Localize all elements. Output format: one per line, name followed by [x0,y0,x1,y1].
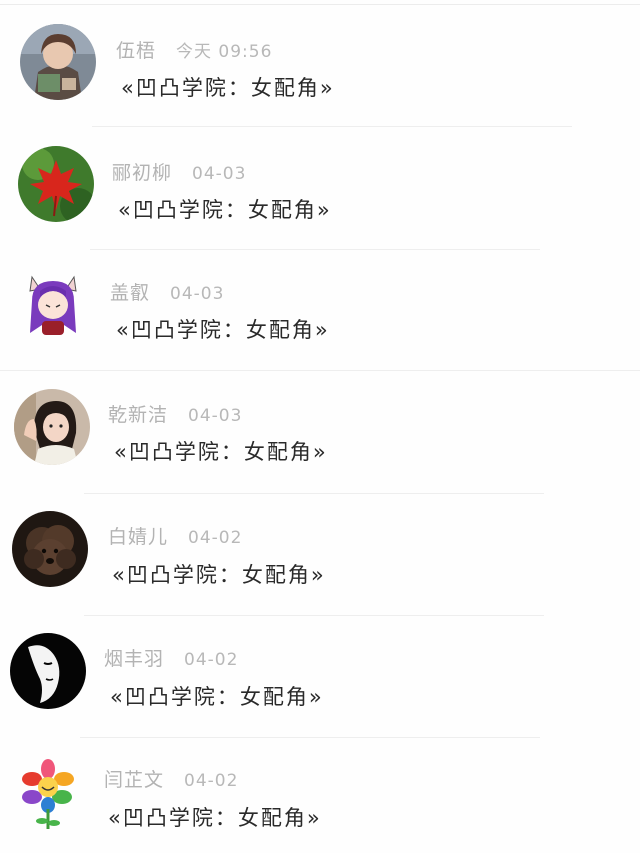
comment-item[interactable]: 郦初柳 04-03 «凹凸学院：女配角» [0,122,640,250]
comment-item[interactable]: 伍梧 今天 09:56 «凹凸学院：女配角» [0,0,640,127]
username[interactable]: 盖叡 [110,282,150,304]
comment-time: 今天 09:56 [176,42,273,62]
comment-time: 04-03 [192,164,247,184]
waving-girl-avatar-icon[interactable] [14,389,90,465]
comment-item[interactable]: 闫芷文 04-02 «凹凸学院：女配角» [0,731,640,853]
comment-meta: 郦初柳 04-03 [112,158,246,185]
comment-text: «凹凸学院：女配角» [108,806,322,830]
comment-time: 04-03 [170,284,225,304]
comment-item[interactable]: 烟丰羽 04-02 «凹凸学院：女配角» [0,609,640,738]
username[interactable]: 白婧儿 [108,526,168,548]
comment-text: «凹凸学院：女配角» [118,198,332,222]
comment-item[interactable]: 乾新洁 04-03 «凹凸学院：女配角» [0,365,640,494]
comment-time: 04-02 [184,650,239,670]
username[interactable]: 烟丰羽 [104,648,164,670]
brown-poodle-avatar-icon[interactable] [12,511,88,587]
rainbow-flower-avatar-icon[interactable] [10,755,86,831]
username[interactable]: 伍梧 [116,40,156,62]
comment-time: 04-02 [188,528,243,548]
comment-meta: 乾新洁 04-03 [108,400,242,427]
purple-hair-girl-avatar-icon[interactable] [16,267,92,343]
comment-meta: 盖叡 04-03 [110,278,224,305]
comment-text: «凹凸学院：女配角» [112,563,326,587]
red-maple-leaf-avatar-icon[interactable] [18,146,94,222]
comment-list: 伍梧 今天 09:56 «凹凸学院：女配角» 郦初柳 04-03 «凹凸学院：女配角… [0,0,640,853]
comment-text: «凹凸学院：女配角» [110,685,324,709]
comment-time: 04-03 [188,406,243,426]
comment-meta: 闫芷文 04-02 [104,765,238,792]
anime-character-avatar-icon[interactable] [20,24,96,100]
username[interactable]: 郦初柳 [112,162,172,184]
black-white-face-avatar-icon[interactable] [10,633,86,709]
comment-text: «凹凸学院：女配角» [121,76,335,100]
comment-text: «凹凸学院：女配角» [116,318,330,342]
comment-item[interactable]: 白婧儿 04-02 «凹凸学院：女配角» [0,487,640,616]
comment-meta: 白婧儿 04-02 [108,522,242,549]
comment-meta: 伍梧 今天 09:56 [116,36,272,63]
username[interactable]: 乾新洁 [108,404,168,426]
comment-time: 04-02 [184,771,239,791]
comment-meta: 烟丰羽 04-02 [104,644,238,671]
comment-item[interactable]: 盖叡 04-03 «凹凸学院：女配角» [0,243,640,371]
username[interactable]: 闫芷文 [104,769,164,791]
comment-list-screen: 伍梧 今天 09:56 «凹凸学院：女配角» 郦初柳 04-03 «凹凸学院：女配角… [0,0,640,853]
comment-text: «凹凸学院：女配角» [114,440,328,464]
